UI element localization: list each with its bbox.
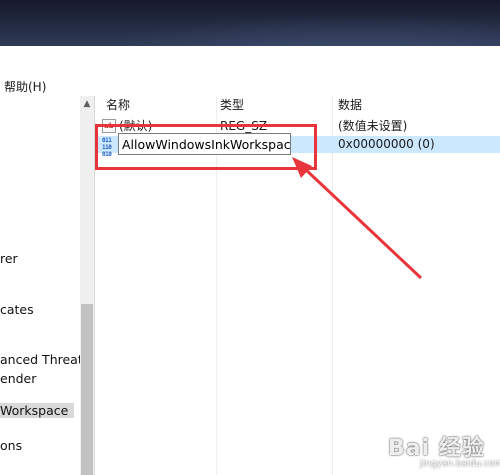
tree-scrollbar[interactable]: ▲ — [80, 96, 94, 475]
watermark-logo: Bai 经验 — [388, 436, 485, 461]
tree-item[interactable]: ons — [0, 438, 22, 453]
column-header-data[interactable]: 数据 — [338, 96, 362, 114]
watermark-url: jingyan.baidu.com — [420, 459, 500, 469]
column-header-type[interactable]: 类型 — [220, 96, 244, 114]
tree-item-selected[interactable]: Workspace — [0, 403, 75, 418]
desktop-wallpaper — [0, 0, 500, 46]
value-data: (数值未设置) — [338, 119, 408, 133]
scrollbar-thumb[interactable] — [81, 304, 93, 475]
scroll-up-arrow-icon[interactable]: ▲ — [80, 96, 94, 112]
column-header-name[interactable]: 名称 — [106, 96, 130, 114]
registry-tree-pane: rer cates anced Threat P ender Workspace… — [0, 96, 95, 475]
annotation-highlight-box — [95, 124, 317, 170]
menu-bar: 帮助(H) — [0, 46, 500, 96]
menu-help[interactable]: 帮助(H) — [4, 78, 46, 95]
value-data: 0x00000000 (0) — [338, 137, 435, 151]
tree-item[interactable]: ender — [0, 371, 36, 386]
tree-item[interactable]: cates — [0, 302, 34, 317]
tree-item[interactable]: rer — [0, 251, 18, 266]
